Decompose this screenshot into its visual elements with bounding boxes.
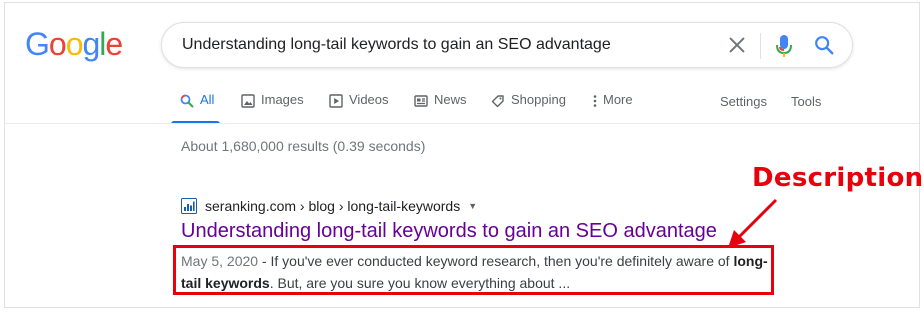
search-input[interactable]: Understanding long-tail keywords to gain…	[182, 36, 611, 54]
tab-label: All	[200, 92, 215, 107]
tab-images[interactable]: Images	[241, 92, 304, 124]
description-highlight-box	[173, 245, 774, 295]
logo-letter: o	[65, 26, 84, 62]
tab-label: More	[603, 92, 633, 107]
result-title-link[interactable]: Understanding long-tail keywords to gain…	[181, 220, 717, 243]
logo-letter: G	[25, 26, 50, 62]
logo-letter: o	[48, 26, 67, 62]
logo-letter: e	[105, 26, 123, 62]
tools-link[interactable]: Tools	[791, 94, 821, 109]
tab-label: Images	[261, 92, 304, 107]
annotation-label: Description	[752, 163, 924, 193]
tab-more[interactable]: More	[591, 92, 633, 124]
more-vertical-icon	[593, 95, 597, 107]
chevron-down-icon[interactable]: ▼	[468, 201, 477, 211]
breadcrumb-text: seranking.com › blog › long-tail-keyword…	[205, 198, 461, 214]
settings-link[interactable]: Settings	[720, 94, 767, 109]
tabs-divider	[5, 123, 919, 124]
google-logo[interactable]: Google	[25, 26, 123, 62]
result-breadcrumb[interactable]: seranking.com › blog › long-tail-keyword…	[181, 197, 477, 215]
tab-label: Shopping	[511, 92, 566, 107]
tab-label: Videos	[349, 92, 389, 107]
tab-all[interactable]: All	[171, 92, 221, 124]
newspaper-icon	[414, 95, 428, 107]
tab-label: News	[434, 92, 467, 107]
annotation-arrow-icon	[728, 198, 778, 248]
tab-videos[interactable]: Videos	[329, 92, 389, 124]
tab-shopping[interactable]: Shopping	[491, 92, 566, 124]
close-icon[interactable]	[726, 34, 748, 56]
microphone-icon[interactable]	[774, 33, 794, 59]
image-icon	[241, 94, 255, 108]
search-icon	[180, 94, 194, 108]
play-icon	[329, 94, 343, 108]
search-icon[interactable]	[813, 34, 835, 56]
bar-chart-favicon-icon	[181, 198, 197, 214]
logo-letter: g	[82, 26, 100, 62]
tag-icon	[491, 95, 504, 108]
tab-news[interactable]: News	[414, 92, 467, 124]
result-stats: About 1,680,000 results (0.39 seconds)	[181, 138, 426, 154]
search-box[interactable]: Understanding long-tail keywords to gain…	[161, 22, 853, 68]
search-divider	[760, 33, 761, 59]
